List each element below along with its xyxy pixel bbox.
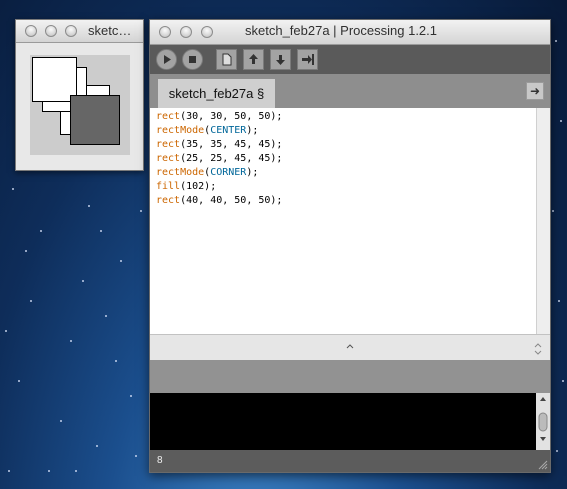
- star: [5, 330, 7, 332]
- new-button[interactable]: [216, 49, 237, 70]
- open-button[interactable]: [243, 49, 264, 70]
- sketch-rect-4: [70, 95, 120, 145]
- message-area: [150, 360, 550, 393]
- tab-sketch[interactable]: sketch_feb27a §: [158, 79, 275, 108]
- code-line: rect(30, 30, 50, 50);: [150, 110, 536, 124]
- sketch-window-title: sketc…: [88, 23, 132, 38]
- star: [70, 340, 72, 342]
- code-line: rect(40, 40, 50, 50);: [150, 194, 536, 208]
- zoom-button[interactable]: [201, 26, 213, 38]
- code-token: rect: [156, 195, 181, 206]
- star: [88, 205, 90, 207]
- star: [96, 445, 98, 447]
- minimize-button[interactable]: [45, 25, 57, 37]
- resize-grip-icon[interactable]: [538, 460, 548, 470]
- tab-menu-button[interactable]: ➜: [526, 82, 544, 100]
- editor-scrollbar[interactable]: [536, 108, 550, 334]
- run-button[interactable]: [156, 49, 177, 70]
- ide-titlebar: sketch_feb27a | Processing 1.2.1: [150, 20, 550, 45]
- editor-console-divider[interactable]: [150, 334, 550, 361]
- arrow-up-icon: [249, 54, 258, 64]
- code-token: rect: [156, 111, 181, 122]
- star: [115, 360, 117, 362]
- close-button[interactable]: [159, 26, 171, 38]
- star: [18, 380, 20, 382]
- play-icon: [164, 55, 171, 64]
- new-file-icon: [222, 53, 232, 66]
- star: [105, 315, 107, 317]
- export-button[interactable]: [297, 49, 318, 70]
- code-token: (30, 30, 50, 50);: [180, 111, 283, 122]
- tab-bar: sketch_feb27a § ➜: [150, 74, 550, 108]
- star: [40, 230, 42, 232]
- minimize-button[interactable]: [180, 26, 192, 38]
- code-token: rect: [156, 153, 181, 164]
- star: [140, 210, 142, 212]
- ide-window-title: sketch_feb27a | Processing 1.2.1: [245, 23, 437, 38]
- processing-ide-window: sketch_feb27a | Processing 1.2.1 sketch_…: [149, 19, 551, 473]
- star: [48, 470, 50, 472]
- star: [30, 300, 32, 302]
- close-button[interactable]: [25, 25, 37, 37]
- sketch-canvas: [30, 55, 130, 155]
- arrow-down-icon: [276, 55, 285, 65]
- code-token: CENTER: [210, 125, 247, 136]
- save-button[interactable]: [270, 49, 291, 70]
- console-scrollbar[interactable]: [536, 393, 550, 450]
- code-token: );: [246, 125, 259, 136]
- star: [130, 395, 132, 397]
- code-line: rect(25, 25, 45, 45);: [150, 152, 536, 166]
- code-token: rectMode: [156, 167, 205, 178]
- code-line: rectMode(CORNER);: [150, 166, 536, 180]
- code-line: rect(35, 35, 45, 45);: [150, 138, 536, 152]
- star: [556, 450, 558, 452]
- star: [82, 280, 84, 282]
- code-token: (40, 40, 50, 50);: [180, 195, 283, 206]
- code-editor[interactable]: rect(30, 30, 50, 50); rectMode(CENTER); re…: [150, 108, 536, 336]
- toolbar: [150, 45, 550, 74]
- code-token: (25, 25, 45, 45);: [180, 153, 283, 164]
- code-token: fill: [156, 181, 181, 192]
- code-token: (35, 35, 45, 45);: [180, 139, 283, 150]
- code-token: );: [246, 167, 259, 178]
- star: [558, 300, 560, 302]
- divider-grips: [346, 343, 542, 355]
- code-token: (102);: [180, 181, 217, 192]
- star: [562, 380, 564, 382]
- star: [560, 120, 562, 122]
- star: [12, 188, 14, 190]
- star: [120, 260, 122, 262]
- code-token: rectMode: [156, 125, 205, 136]
- star: [555, 40, 557, 42]
- code-line: fill(102);: [150, 180, 536, 194]
- arrow-right-icon: ➜: [529, 84, 541, 98]
- star: [8, 470, 10, 472]
- line-number-bar: 8: [150, 450, 550, 472]
- line-number: 8: [157, 455, 163, 466]
- code-line: rectMode(CENTER);: [150, 124, 536, 138]
- sketch-titlebar: sketc…: [16, 20, 143, 43]
- zoom-button[interactable]: [65, 25, 77, 37]
- stop-button[interactable]: [182, 49, 203, 70]
- stop-icon: [189, 56, 196, 63]
- star: [60, 420, 62, 422]
- sketch-window: sketc…: [15, 19, 144, 171]
- console-area: [150, 393, 536, 450]
- star: [100, 230, 102, 232]
- code-token: CORNER: [210, 167, 247, 178]
- scrollbar-arrows: [538, 397, 548, 441]
- star: [135, 455, 137, 457]
- star: [25, 250, 27, 252]
- export-icon: [302, 54, 314, 65]
- star: [75, 470, 77, 472]
- code-token: rect: [156, 139, 181, 150]
- star: [552, 210, 554, 212]
